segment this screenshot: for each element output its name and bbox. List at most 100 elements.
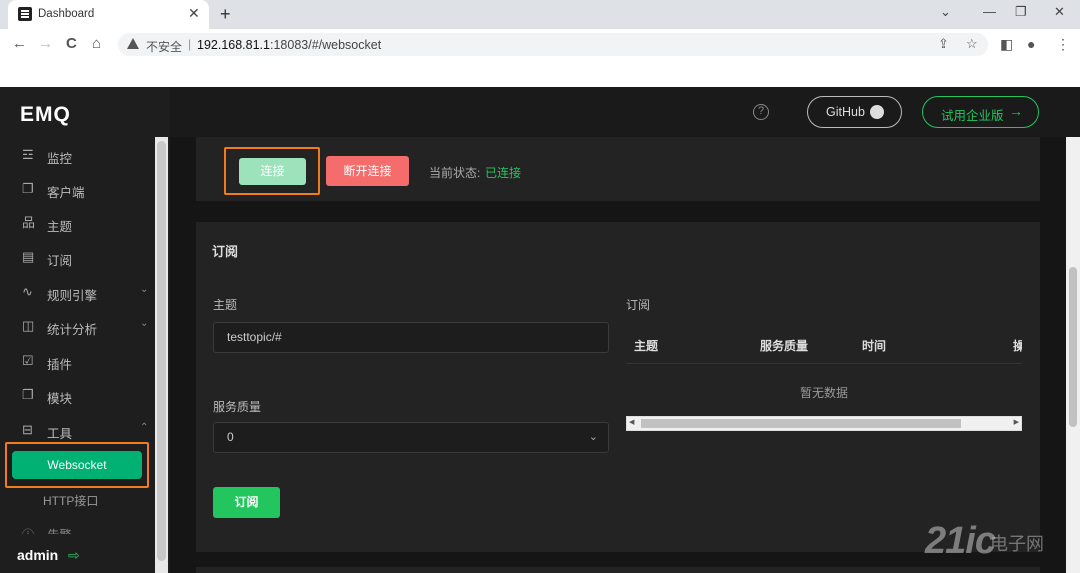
rule-engine-icon: ∿ bbox=[22, 284, 33, 299]
profile-avatar-icon[interactable]: ● bbox=[1027, 35, 1035, 53]
sidebar-item-label: 订阅 bbox=[47, 254, 73, 268]
subscription-list-title: 订阅 bbox=[626, 298, 651, 312]
qos-value: 0 bbox=[227, 430, 234, 444]
url-input[interactable]: 不安全 | 192.168.81.1:18083/#/websocket ⇪ ☆ bbox=[118, 33, 988, 56]
sidebar: EMQ ☲ 监控 ❐ 客户端 品 主题 ▤ 订阅 ∿ 规则引擎 ⌄ ◫ 统计分析… bbox=[0, 87, 170, 573]
dashboard-favicon-icon bbox=[18, 7, 32, 21]
sidebar-subitem-websocket[interactable]: Websocket bbox=[12, 451, 142, 479]
topic-input[interactable]: testtopic/# bbox=[213, 322, 609, 353]
sidebar-scroll-thumb[interactable] bbox=[157, 141, 166, 561]
warning-icon bbox=[127, 38, 139, 49]
subscribe-card: 订阅 主题 testtopic/# 服务质量 0 ⌄ 订阅 订阅 主题 服务质量… bbox=[196, 222, 1040, 552]
page-top-gap bbox=[0, 60, 1080, 87]
column-header-actions[interactable]: 操 bbox=[1013, 337, 1022, 354]
scroll-right-icon[interactable]: ▶ bbox=[1014, 418, 1019, 426]
sidebar-item-subscriptions[interactable]: ▤ 订阅 bbox=[0, 242, 155, 272]
page-scrollbar[interactable] bbox=[1066, 137, 1080, 573]
chevron-down-icon: ⌄ bbox=[140, 318, 149, 329]
sidebar-item-label: 监控 bbox=[47, 152, 73, 166]
sidebar-item-label: 统计分析 bbox=[47, 323, 98, 337]
alarm-icon: ⓘ bbox=[22, 528, 34, 534]
url-separator: | bbox=[188, 37, 192, 51]
sidebar-item-analytics[interactable]: ◫ 统计分析 ⌄ bbox=[0, 311, 155, 341]
github-button[interactable]: GitHub bbox=[807, 96, 902, 128]
sidebar-item-label: 主题 bbox=[47, 220, 73, 234]
table-scroll-thumb[interactable] bbox=[641, 419, 961, 428]
user-name: admin bbox=[17, 547, 59, 563]
modules-icon: ❒ bbox=[22, 387, 34, 402]
try-enterprise-button[interactable]: 试用企业版 → bbox=[922, 96, 1039, 128]
forward-button[interactable]: → bbox=[38, 35, 53, 53]
enterprise-label: 试用企业版 bbox=[941, 109, 1004, 123]
empty-table-text: 暂无数据 bbox=[799, 386, 848, 400]
sidebar-subitem-label: Websocket bbox=[47, 458, 107, 472]
qos-select[interactable]: 0 ⌄ bbox=[213, 422, 609, 453]
menu-kebab-icon[interactable]: ⋮ bbox=[1056, 35, 1070, 53]
chevron-down-icon: ⌄ bbox=[588, 431, 598, 443]
sidebar-item-label: 插件 bbox=[47, 358, 73, 372]
emq-dashboard: EMQ ☲ 监控 ❐ 客户端 品 主题 ▤ 订阅 ∿ 规则引擎 ⌄ ◫ 统计分析… bbox=[0, 87, 1080, 573]
sidebar-item-modules[interactable]: ❒ 模块 bbox=[0, 380, 155, 410]
tools-icon: ⊟ bbox=[22, 422, 33, 437]
emq-logo[interactable]: EMQ bbox=[20, 103, 71, 127]
browser-tab-bar: Dashboard ✕ + ⌄ — ❐ ✕ bbox=[0, 0, 1080, 29]
table-horizontal-scrollbar[interactable]: ◀ ▶ bbox=[626, 416, 1022, 431]
sidebar-item-clients[interactable]: ❐ 客户端 bbox=[0, 174, 155, 204]
restore-button[interactable]: ❐ bbox=[1015, 4, 1027, 20]
monitor-icon: ☲ bbox=[22, 147, 34, 162]
new-tab-button[interactable]: + bbox=[220, 3, 231, 25]
plugins-icon: ☑ bbox=[22, 353, 34, 368]
tab-close-icon[interactable]: ✕ bbox=[188, 5, 200, 21]
github-icon bbox=[870, 105, 884, 119]
scroll-left-icon[interactable]: ◀ bbox=[629, 418, 634, 426]
topics-icon: 品 bbox=[22, 215, 36, 230]
sidebar-item-label: 工具 bbox=[47, 427, 73, 441]
sidebar-subitem-http-api[interactable]: HTTP接口 bbox=[43, 492, 98, 509]
help-icon[interactable]: ? bbox=[753, 104, 769, 120]
clients-icon: ❐ bbox=[22, 181, 34, 196]
next-card bbox=[196, 567, 1040, 573]
sidebar-item-monitor[interactable]: ☲ 监控 bbox=[0, 140, 155, 170]
sidebar-item-topics[interactable]: 品 主题 bbox=[0, 208, 155, 238]
minimize-button[interactable]: — bbox=[983, 4, 996, 20]
subscribe-button[interactable]: 订阅 bbox=[213, 487, 280, 518]
connection-card: 连接 断开连接 当前状态: 已连接 bbox=[196, 137, 1040, 201]
sidebar-scrollbar[interactable] bbox=[155, 137, 168, 573]
github-label: GitHub bbox=[826, 105, 865, 119]
sidebar-item-label: 规则引擎 bbox=[47, 289, 98, 303]
sidebar-item-rule-engine[interactable]: ∿ 规则引擎 ⌄ bbox=[0, 277, 155, 307]
sidebar-item-plugins[interactable]: ☑ 插件 bbox=[0, 346, 155, 376]
home-button[interactable]: ⌂ bbox=[92, 35, 101, 53]
page-scroll-thumb[interactable] bbox=[1069, 267, 1077, 427]
url-path: :18083/#/websocket bbox=[270, 38, 382, 52]
tab-title: Dashboard bbox=[38, 8, 95, 20]
status-label: 当前状态: bbox=[429, 166, 481, 180]
connect-button[interactable]: 连接 bbox=[239, 158, 306, 185]
browser-tab[interactable]: Dashboard ✕ bbox=[8, 0, 209, 29]
bookmark-star-icon[interactable]: ☆ bbox=[966, 36, 978, 52]
arrow-right-icon: → bbox=[1009, 103, 1023, 119]
watermark-21ic: 21ic bbox=[925, 520, 996, 562]
subscribe-card-title: 订阅 bbox=[212, 244, 239, 259]
logout-icon[interactable]: ⇨ bbox=[68, 547, 80, 564]
sidebar-item-alarms[interactable]: ⓘ 告警 bbox=[22, 524, 172, 534]
url-host: 192.168.81.1 bbox=[197, 38, 270, 52]
chevron-down-icon: ⌄ bbox=[140, 284, 149, 295]
header: ? GitHub 试用企业版 → bbox=[170, 87, 1080, 137]
column-header-time[interactable]: 时间 bbox=[862, 337, 886, 354]
reload-button[interactable]: C bbox=[66, 35, 77, 53]
subscription-table-header: 主题 服务质量 时间 操 bbox=[626, 324, 1022, 364]
tab-search-icon[interactable]: ⌄ bbox=[940, 4, 951, 20]
sidebar-item-tools[interactable]: ⊟ 工具 ⌃ bbox=[0, 415, 155, 445]
share-icon[interactable]: ⇪ bbox=[938, 36, 949, 52]
sidebar-item-label: 模块 bbox=[47, 392, 73, 406]
column-header-topic[interactable]: 主题 bbox=[634, 337, 658, 354]
address-bar-row: ← → C ⌂ 不安全 | 192.168.81.1:18083/#/webso… bbox=[0, 29, 1080, 60]
url-text: 192.168.81.1:18083/#/websocket bbox=[197, 38, 381, 52]
disconnect-button[interactable]: 断开连接 bbox=[326, 156, 409, 186]
back-button[interactable]: ← bbox=[12, 35, 27, 53]
insecure-label[interactable]: 不安全 bbox=[146, 38, 182, 55]
window-close-button[interactable]: ✕ bbox=[1054, 4, 1065, 20]
side-panel-icon[interactable]: ◧ bbox=[1000, 35, 1013, 53]
column-header-qos[interactable]: 服务质量 bbox=[760, 337, 808, 354]
